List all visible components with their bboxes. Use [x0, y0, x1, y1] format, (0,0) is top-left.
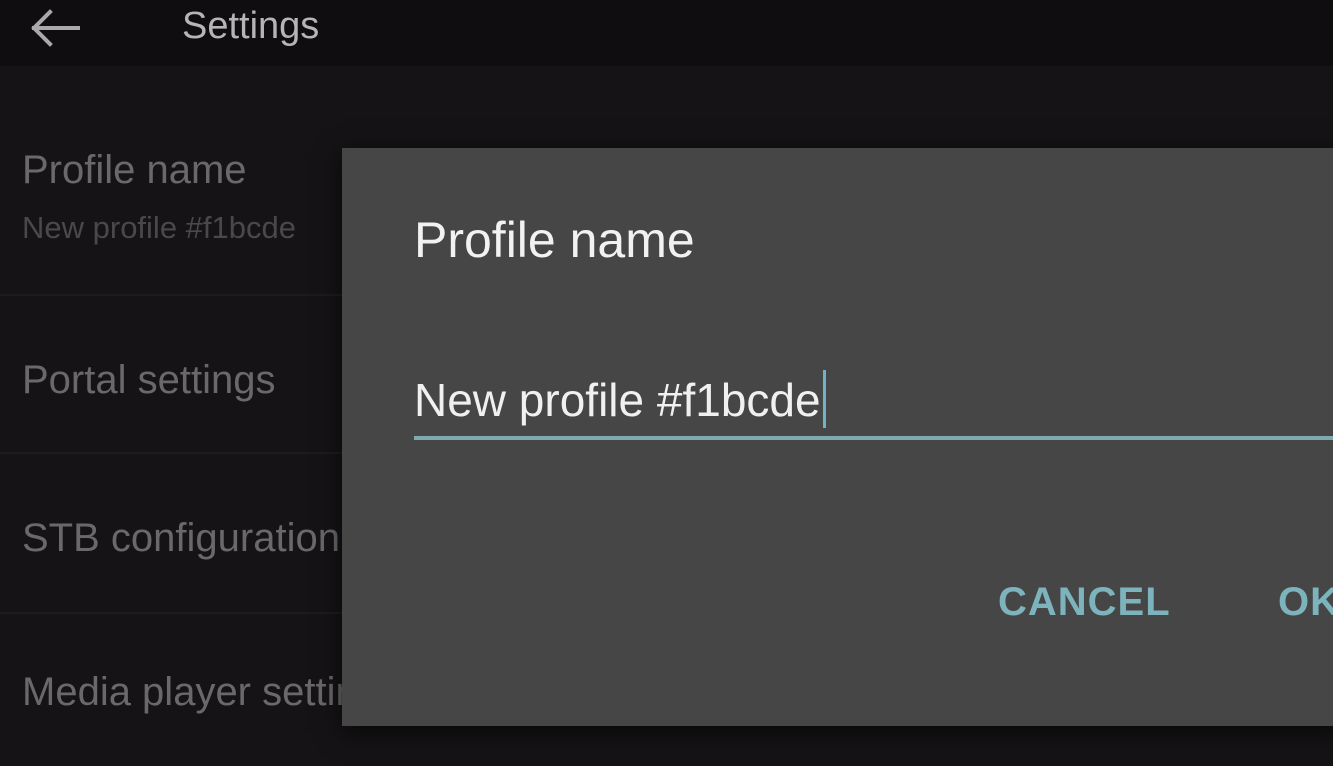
profile-name-input-text[interactable]: New profile #f1bcde	[414, 370, 826, 428]
input-underline	[414, 436, 1333, 440]
input-value: New profile #f1bcde	[414, 374, 821, 426]
ok-button[interactable]: OK	[1278, 578, 1333, 626]
profile-name-dialog: Profile name New profile #f1bcde CANCEL …	[342, 148, 1333, 726]
cancel-button[interactable]: CANCEL	[998, 578, 1171, 626]
text-caret	[822, 370, 826, 428]
settings-screen: Settings Profile name New profile #f1bcd…	[0, 0, 1333, 766]
dialog-title: Profile name	[414, 212, 695, 268]
profile-name-input[interactable]: New profile #f1bcde	[414, 356, 1333, 440]
